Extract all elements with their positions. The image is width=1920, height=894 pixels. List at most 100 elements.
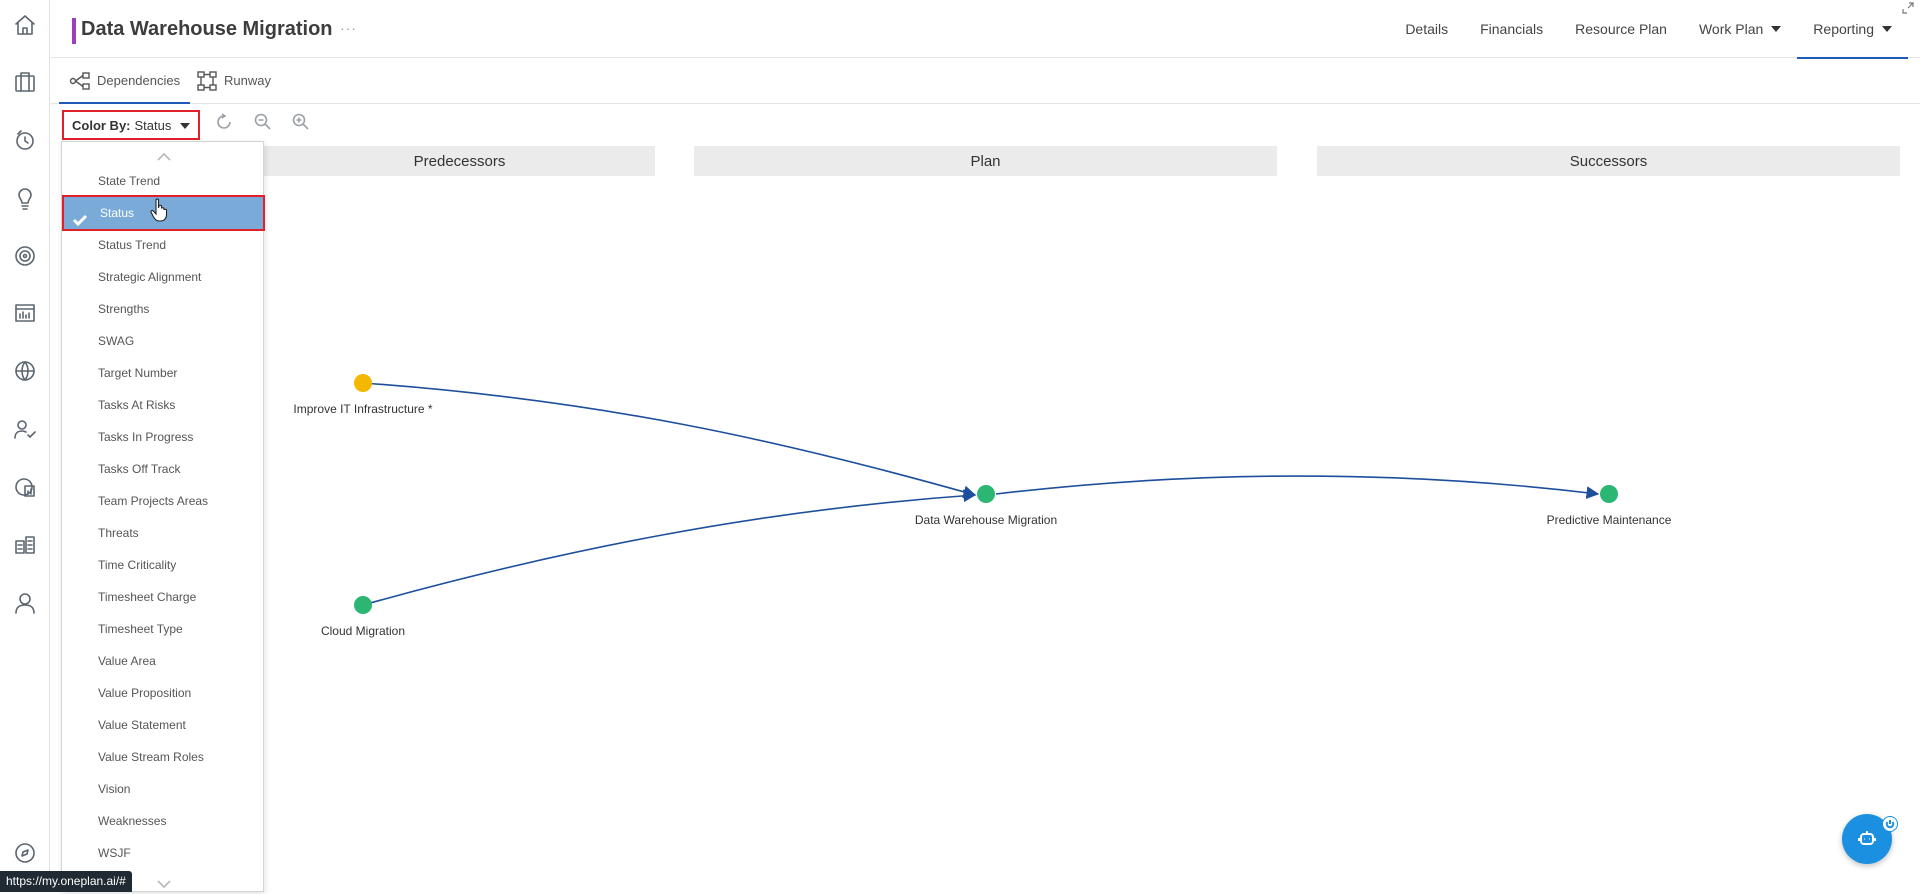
- menu-item-label: Value Area: [98, 654, 156, 668]
- edge-cloud-to-dwm: [362, 489, 977, 606]
- hand-cursor-icon: [150, 198, 168, 222]
- node-label-data-warehouse-migration[interactable]: Data Warehouse Migration: [915, 513, 1057, 527]
- menu-item-target-number[interactable]: Target Number: [62, 357, 263, 389]
- menu-item-label: Value Statement: [98, 718, 186, 732]
- menu-item-status-trend[interactable]: Status Trend: [62, 229, 263, 261]
- nav-details[interactable]: Details: [1389, 0, 1464, 58]
- menu-item-label: Timesheet Type: [98, 622, 183, 636]
- menu-item-wsjf[interactable]: WSJF: [62, 837, 263, 869]
- menu-item-label: State Trend: [98, 174, 161, 188]
- menu-item-time-criticality[interactable]: Time Criticality: [62, 549, 263, 581]
- briefcase-icon[interactable]: [12, 69, 38, 95]
- menu-item-strategic-alignment[interactable]: Strategic Alignment: [62, 261, 263, 293]
- nav-work-plan[interactable]: Work Plan: [1683, 0, 1797, 58]
- tab-runway[interactable]: Runway: [186, 58, 281, 103]
- node-label-cloud-migration[interactable]: Cloud Migration: [321, 624, 405, 638]
- menu-item-team-projects-areas[interactable]: Team Projects Areas: [62, 485, 263, 517]
- dependency-graph: [354, 374, 1618, 614]
- power-icon: [1885, 820, 1895, 829]
- node-predictive-maintenance: [1600, 485, 1618, 503]
- menu-item-value-stream-roles[interactable]: Value Stream Roles: [62, 741, 263, 773]
- menu-item-timesheet-charge[interactable]: Timesheet Charge: [62, 581, 263, 613]
- menu-item-vision[interactable]: Vision: [62, 773, 263, 805]
- timesheet-clock-icon[interactable]: [12, 127, 38, 153]
- node-improve-it: [354, 374, 372, 392]
- menu-item-weaknesses[interactable]: Weaknesses: [62, 805, 263, 837]
- color-by-dropdown[interactable]: Color By: Status: [62, 110, 200, 140]
- zoom-in-button[interactable]: [291, 112, 315, 136]
- menu-item-label: Status Trend: [98, 238, 167, 252]
- menu-item-label: Timesheet Charge: [98, 590, 197, 604]
- tab-dependencies[interactable]: Dependencies: [59, 58, 191, 104]
- target-icon[interactable]: [12, 243, 38, 269]
- report-chart-icon[interactable]: [12, 300, 38, 326]
- node-label-predictive-maintenance[interactable]: Predictive Maintenance: [1547, 513, 1672, 527]
- menu-item-value-area[interactable]: Value Area: [62, 645, 263, 677]
- nav-reporting[interactable]: Reporting: [1797, 0, 1908, 59]
- home-icon[interactable]: [12, 12, 38, 38]
- sub-tabs: Dependencies Runway: [51, 58, 1920, 104]
- portfolio-board-icon[interactable]: [12, 532, 38, 558]
- nav-label: Work Plan: [1698, 21, 1764, 37]
- node-label-improve-it[interactable]: Improve IT Infrastructure *: [293, 402, 432, 416]
- color-by-menu: State Trend Status Status Trend Strategic A…: [61, 141, 265, 892]
- user-profile-icon[interactable]: [12, 590, 38, 616]
- menu-item-value-proposition[interactable]: Value Proposition: [62, 677, 263, 709]
- expand-icon[interactable]: [1902, 2, 1914, 14]
- scroll-down-icon[interactable]: [156, 876, 172, 889]
- zoom-out-icon: [254, 113, 271, 130]
- menu-item-tasks-in-progress[interactable]: Tasks In Progress: [62, 421, 263, 453]
- tab-runway-label: Runway: [224, 73, 271, 88]
- menu-item-label: Weaknesses: [98, 814, 167, 828]
- node-cloud-migration: [354, 596, 372, 614]
- menu-item-swag[interactable]: SWAG: [62, 325, 263, 357]
- column-successors: Successors: [1317, 146, 1900, 176]
- menu-item-label: Value Proposition: [98, 686, 192, 700]
- page-header: Data Warehouse Migration ··· Details Fina…: [51, 0, 1920, 59]
- nav-label: Financials: [1480, 21, 1544, 37]
- menu-item-strengths[interactable]: Strengths: [62, 293, 263, 325]
- nav-label: Details: [1405, 21, 1449, 37]
- chevron-down-icon: [180, 123, 190, 129]
- zoom-out-button[interactable]: [253, 112, 277, 136]
- menu-item-label: Target Number: [98, 366, 178, 380]
- tab-dependencies-label: Dependencies: [97, 73, 181, 88]
- menu-item-label: Tasks Off Track: [98, 462, 181, 476]
- zoom-in-icon: [292, 113, 309, 130]
- menu-item-label: Vision: [98, 782, 131, 796]
- column-predecessors: Predecessors: [264, 146, 655, 176]
- menu-item-tasks-at-risks[interactable]: Tasks At Risks: [62, 389, 263, 421]
- refresh-button[interactable]: [214, 112, 238, 136]
- menu-item-threats[interactable]: Threats: [62, 517, 263, 549]
- title-accent-bar: [72, 18, 76, 44]
- dependencies-icon: [69, 71, 90, 90]
- refresh-icon: [217, 113, 231, 129]
- nav-label: Reporting: [1813, 21, 1874, 37]
- checkmark-icon: [72, 206, 88, 227]
- page-title: Data Warehouse Migration: [81, 18, 333, 40]
- compass-icon[interactable]: [12, 840, 38, 866]
- menu-item-value-statement[interactable]: Value Statement: [62, 709, 263, 741]
- title-more-button[interactable]: ···: [340, 20, 357, 36]
- scroll-up-icon[interactable]: [156, 149, 172, 161]
- bot-power-badge[interactable]: [1882, 816, 1898, 832]
- menu-item-tasks-off-track[interactable]: Tasks Off Track: [62, 453, 263, 485]
- analytics-icon[interactable]: [12, 474, 38, 500]
- menu-item-label: Time Criticality: [98, 558, 177, 572]
- nav-resource-plan[interactable]: Resource Plan: [1559, 0, 1683, 58]
- nav-financials[interactable]: Financials: [1464, 0, 1559, 58]
- status-url: https://my.oneplan.ai/#: [0, 871, 132, 892]
- menu-item-label: Value Stream Roles: [98, 750, 204, 764]
- menu-item-state-trend[interactable]: State Trend: [62, 165, 263, 197]
- bot-icon: [1858, 831, 1876, 845]
- menu-item-label: Strengths: [98, 302, 150, 316]
- nav-label: Resource Plan: [1575, 21, 1667, 37]
- menu-item-timesheet-type[interactable]: Timesheet Type: [62, 613, 263, 645]
- globe-icon[interactable]: [12, 358, 38, 384]
- lightbulb-icon[interactable]: [12, 185, 38, 211]
- color-by-value: Status: [134, 117, 172, 133]
- edge-dwm-to-predictive: [995, 475, 1600, 499]
- chevron-down-icon: [1882, 26, 1892, 32]
- users-check-icon[interactable]: [12, 416, 38, 442]
- menu-item-label: SWAG: [98, 334, 135, 348]
